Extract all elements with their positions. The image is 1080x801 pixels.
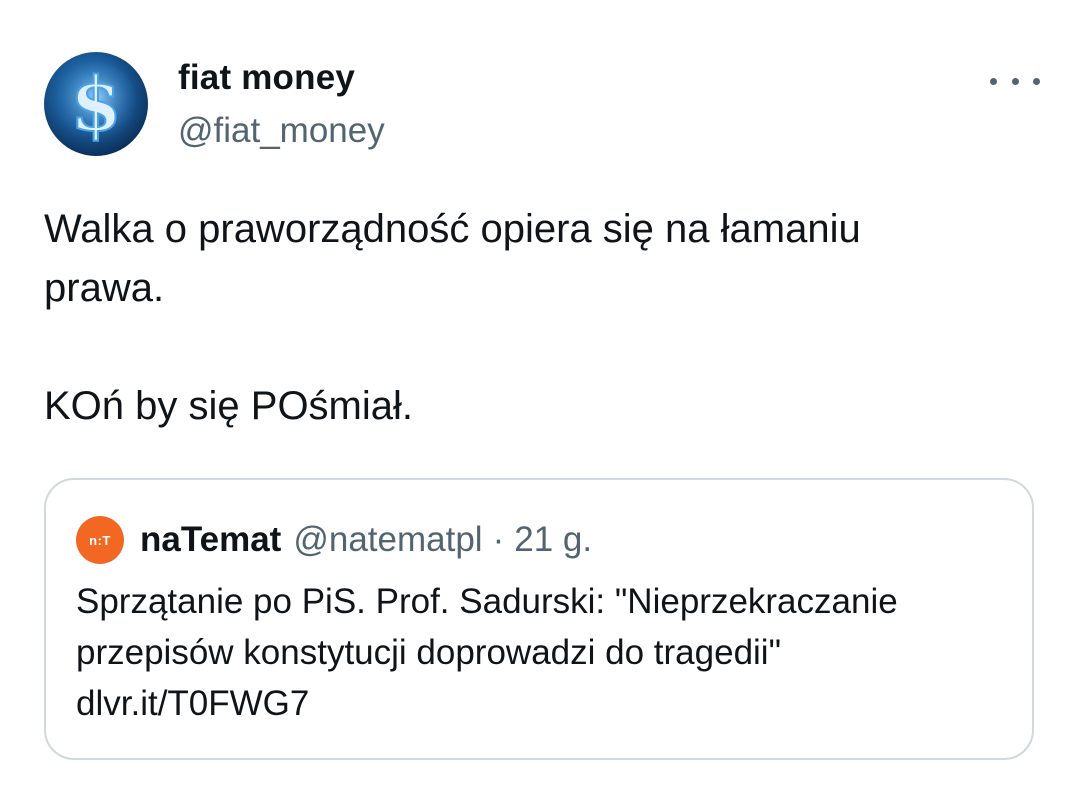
tweet-text: Walka o praworządność opiera się na łama… — [44, 200, 1024, 436]
more-horizontal-icon — [1011, 77, 1019, 85]
quoted-author-handle: @natematpl — [293, 520, 483, 559]
quoted-tweet-timestamp: 21 g. — [514, 520, 593, 559]
quoted-tweet-text: Sprzątanie po PiS. Prof. Sadurski: "Niep… — [76, 576, 1006, 729]
tweet-text-line: prawa. — [44, 266, 165, 310]
quoted-text-line: przepisów konstytucji doprowadzi do trag… — [76, 633, 782, 672]
more-horizontal-icon — [1033, 77, 1040, 85]
more-options-button[interactable] — [990, 66, 1040, 96]
quoted-tweet-card[interactable]: n:T naTemat @natematpl · 21 g. Sprzątani… — [44, 478, 1034, 760]
dollar-sign-icon: $ — [56, 61, 136, 149]
separator-dot: · — [492, 520, 505, 559]
author-avatar[interactable]: $ — [44, 52, 148, 156]
quoted-author-display-name: naTemat — [140, 520, 282, 559]
quoted-link[interactable]: dlvr.it/T0FWG7 — [76, 678, 1006, 729]
tweet-text-line: Walka o praworządność opiera się na łama… — [44, 207, 861, 251]
author-display-name[interactable]: fiat money — [178, 58, 355, 98]
svg-text:$: $ — [70, 62, 122, 148]
tweet-text-line: KOń by się POśmiał. — [44, 384, 414, 428]
author-handle[interactable]: @fiat_money — [178, 111, 385, 151]
more-horizontal-icon — [990, 77, 997, 85]
quoted-author-avatar: n:T — [76, 516, 124, 564]
quoted-text-line: Sprzątanie po PiS. Prof. Sadurski: "Niep… — [76, 582, 898, 621]
quoted-tweet-header: n:T naTemat @natematpl · 21 g. — [76, 516, 592, 564]
